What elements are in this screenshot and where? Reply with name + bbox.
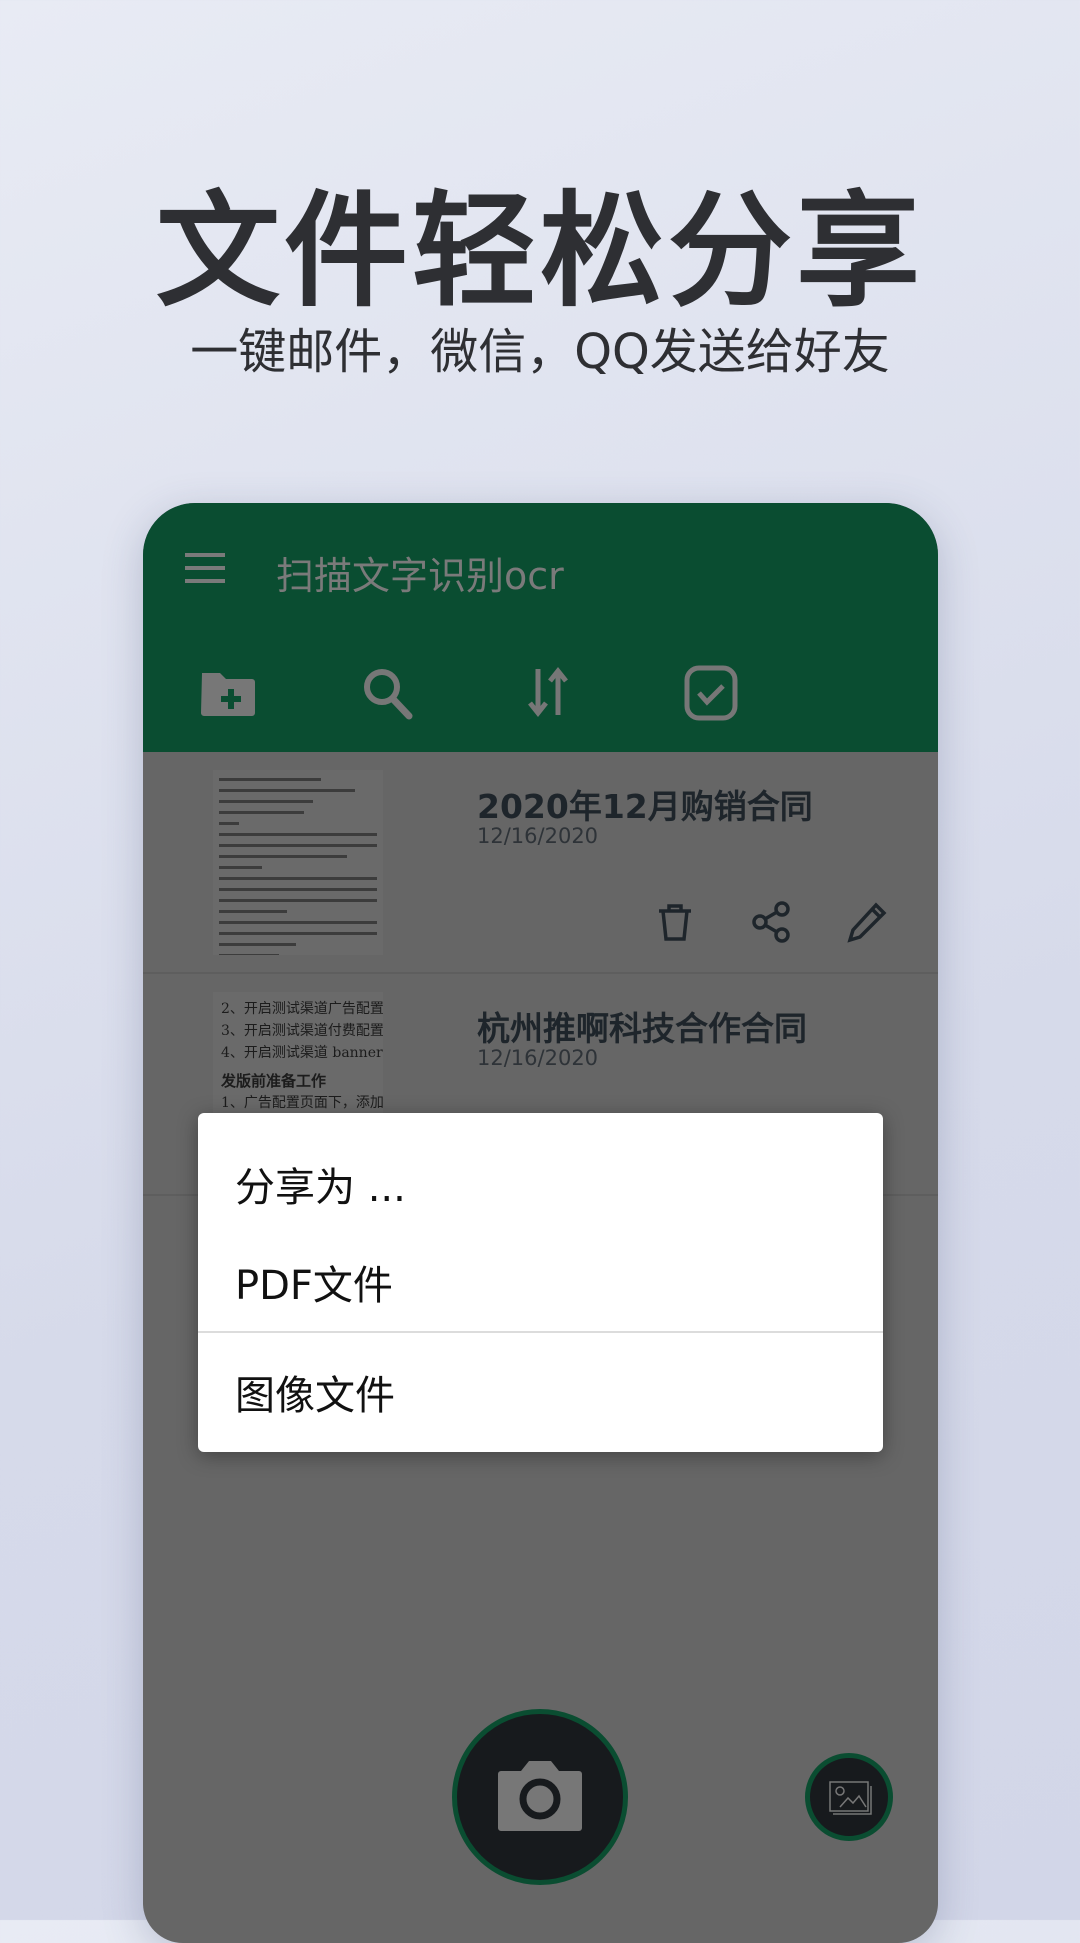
share-image-option[interactable]: 图像文件 (235, 1363, 395, 1421)
select-check-icon[interactable] (681, 663, 741, 723)
gallery-icon (829, 1781, 872, 1815)
gallery-button[interactable] (805, 1753, 893, 1841)
camera-button[interactable] (452, 1709, 628, 1885)
edit-icon[interactable] (846, 900, 890, 944)
camera-icon (498, 1761, 582, 1831)
app-bar: 扫描文字识别ocr (143, 503, 938, 752)
document-date: 12/16/2020 (477, 1046, 599, 1070)
thumb-text: 3、开启测试渠道付费配置信息 (221, 1023, 383, 1039)
search-icon[interactable] (358, 663, 418, 723)
share-icon[interactable] (750, 900, 794, 944)
document-item[interactable]: 2020年12月购销合同 12/16/2020 (143, 752, 938, 974)
app-title: 扫描文字识别ocr (276, 554, 564, 598)
sort-icon[interactable] (518, 663, 578, 723)
divider (198, 1331, 883, 1333)
folder-add-icon[interactable] (198, 663, 258, 723)
promo-headline: 文件轻松分享 (155, 180, 924, 324)
delete-icon[interactable] (653, 900, 697, 944)
document-thumbnail (213, 770, 383, 955)
promo-subtitle: 一键邮件，微信，QQ发送给好友 (190, 324, 890, 380)
thumb-text: 4、开启测试渠道 bannerInfo 配置信息 (221, 1045, 383, 1061)
menu-icon[interactable] (185, 553, 225, 583)
share-dialog: 分享为 ... PDF文件 图像文件 (198, 1113, 883, 1452)
thumb-text: 1、广告配置页面下，添加线上版本号 (221, 1095, 383, 1111)
share-pdf-option[interactable]: PDF文件 (235, 1253, 393, 1311)
dialog-title: 分享为 ... (235, 1165, 406, 1211)
document-title: 杭州推啊科技合作合同 (477, 1009, 807, 1048)
thumb-text: 发版前准备工作 (221, 1072, 327, 1090)
document-date: 12/16/2020 (477, 824, 599, 848)
thumb-text: 2、开启测试渠道广告配置信息 (221, 1001, 383, 1017)
document-title: 2020年12月购销合同 (477, 787, 813, 826)
